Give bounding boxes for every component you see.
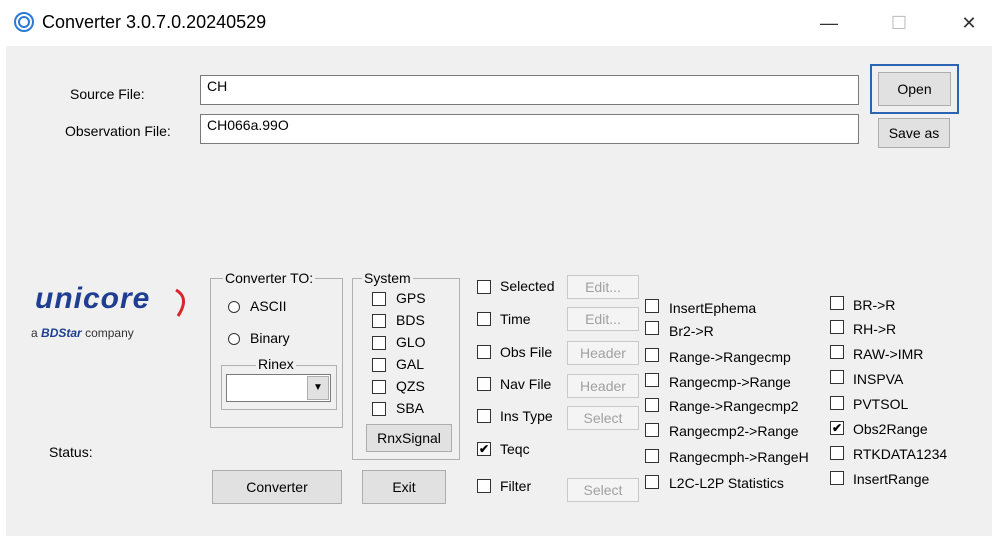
rnx-signal-button[interactable]: RnxSignal [366,424,452,452]
bds-checkbox[interactable] [372,314,386,328]
chevron-down-icon[interactable]: ▼ [307,376,329,400]
rangecmph-rangeh-label: Rangecmph->RangeH [669,449,809,465]
observation-file-label: Observation File: [65,123,171,139]
obs-file-header-button[interactable]: Header [567,341,639,365]
logo-tagline-brand: BDStar [41,326,82,340]
open-button[interactable]: Open [870,64,959,114]
teqc-checkbox[interactable]: ✔ [477,442,491,456]
open-button-label: Open [878,72,951,106]
ascii-radio[interactable] [228,301,240,313]
exit-button[interactable]: Exit [362,470,446,504]
inspva-label: INSPVA [853,371,904,387]
raw-imr-label: RAW->IMR [853,346,924,362]
range-rangecmp2-label: Range->Rangecmp2 [669,398,799,414]
app-icon [14,12,34,32]
filter-select-button[interactable]: Select [567,478,639,502]
gal-checkbox[interactable] [372,358,386,372]
glo-checkbox[interactable] [372,336,386,350]
rangecmp-range-label: Rangecmp->Range [669,374,791,390]
l2c-l2p-statistics-label: L2C-L2P Statistics [669,475,784,491]
converter-button[interactable]: Converter [212,470,342,504]
br2-r-checkbox[interactable] [645,321,659,335]
converter-to-title: Converter TO: [223,270,316,286]
time-checkbox[interactable] [477,312,491,326]
nav-file-label: Nav File [500,376,552,392]
raw-imr-checkbox[interactable] [830,345,844,359]
logo-tagline-suffix: company [85,326,134,340]
unicore-logo: unicore a BDStar company [28,282,198,342]
time-edit-button[interactable]: Edit... [567,307,639,331]
ins-type-checkbox[interactable] [477,409,491,423]
br-r-checkbox[interactable] [830,296,844,310]
pvtsol-checkbox[interactable] [830,396,844,410]
logo-tagline: a BDStar company [31,326,134,340]
obs2range-checkbox[interactable]: ✔ [830,421,844,435]
filter-checkbox[interactable] [477,479,491,493]
range-rangecmp-checkbox[interactable] [645,348,659,362]
logo-swoosh [175,288,185,317]
insert-ephema-label: InsertEphema [669,300,757,316]
logo-tagline-prefix: a [31,326,38,340]
maximize-button[interactable]: ☐ [876,6,922,40]
selected-label: Selected [500,278,555,294]
binary-radio[interactable] [228,333,240,345]
status-label: Status: [49,444,93,460]
obs-file-label: Obs File [500,344,553,360]
sba-label: SBA [396,400,425,416]
gal-label: GAL [396,356,425,372]
br-r-label: BR->R [853,297,896,313]
range-rangecmp2-checkbox[interactable] [645,398,659,412]
pvtsol-label: PVTSOL [853,396,909,412]
l2c-l2p-statistics-checkbox[interactable] [645,475,659,489]
system-title: System [362,270,413,286]
rangecmp-range-checkbox[interactable] [645,373,659,387]
close-button[interactable]: ✕ [946,6,992,40]
observation-file-input[interactable]: CH066a.99O [200,114,859,144]
qzs-checkbox[interactable] [372,380,386,394]
insert-range-checkbox[interactable] [830,471,844,485]
nav-file-checkbox[interactable] [477,377,491,391]
obs-file-checkbox[interactable] [477,345,491,359]
qzs-label: QZS [396,378,425,394]
rangecmp2-range-label: Rangecmp2->Range [669,423,799,439]
sba-checkbox[interactable] [372,402,386,416]
rangecmp2-range-checkbox[interactable] [645,423,659,437]
inspva-checkbox[interactable] [830,370,844,384]
rtkdata1234-checkbox[interactable] [830,446,844,460]
source-file-input[interactable]: CH [200,75,859,105]
filter-label: Filter [500,478,532,494]
title-bar: Converter 3.0.7.0.20240529 — ☐ ✕ [0,0,997,46]
br2-r-label: Br2->R [669,323,714,339]
time-label: Time [500,311,531,327]
save-as-button[interactable]: Save as [878,118,950,148]
rh-r-label: RH->R [853,321,897,337]
teqc-label: Teqc [500,441,530,457]
rtkdata1234-label: RTKDATA1234 [853,446,948,462]
range-rangecmp-label: Range->Rangecmp [669,349,791,365]
source-file-label: Source File: [70,86,145,102]
selected-checkbox[interactable] [477,280,491,294]
obs2range-label: Obs2Range [853,421,928,437]
rinex-version-select[interactable]: ▼ [226,374,331,402]
insert-ephema-checkbox[interactable] [645,299,659,313]
glo-label: GLO [396,334,426,350]
insert-range-label: InsertRange [853,471,930,487]
rangecmph-rangeh-checkbox[interactable] [645,449,659,463]
window-title: Converter 3.0.7.0.20240529 [42,12,267,32]
ins-type-select-button[interactable]: Select [567,406,639,430]
selected-edit-button[interactable]: Edit... [567,275,639,299]
gps-label: GPS [396,290,426,306]
minimize-button[interactable]: — [806,6,852,40]
gps-checkbox[interactable] [372,292,386,306]
ascii-label: ASCII [250,298,287,314]
rinex-title: Rinex [256,356,296,372]
bds-label: BDS [396,312,425,328]
nav-file-header-button[interactable]: Header [567,374,639,398]
ins-type-label: Ins Type [500,408,553,424]
rh-r-checkbox[interactable] [830,320,844,334]
binary-label: Binary [250,330,290,346]
